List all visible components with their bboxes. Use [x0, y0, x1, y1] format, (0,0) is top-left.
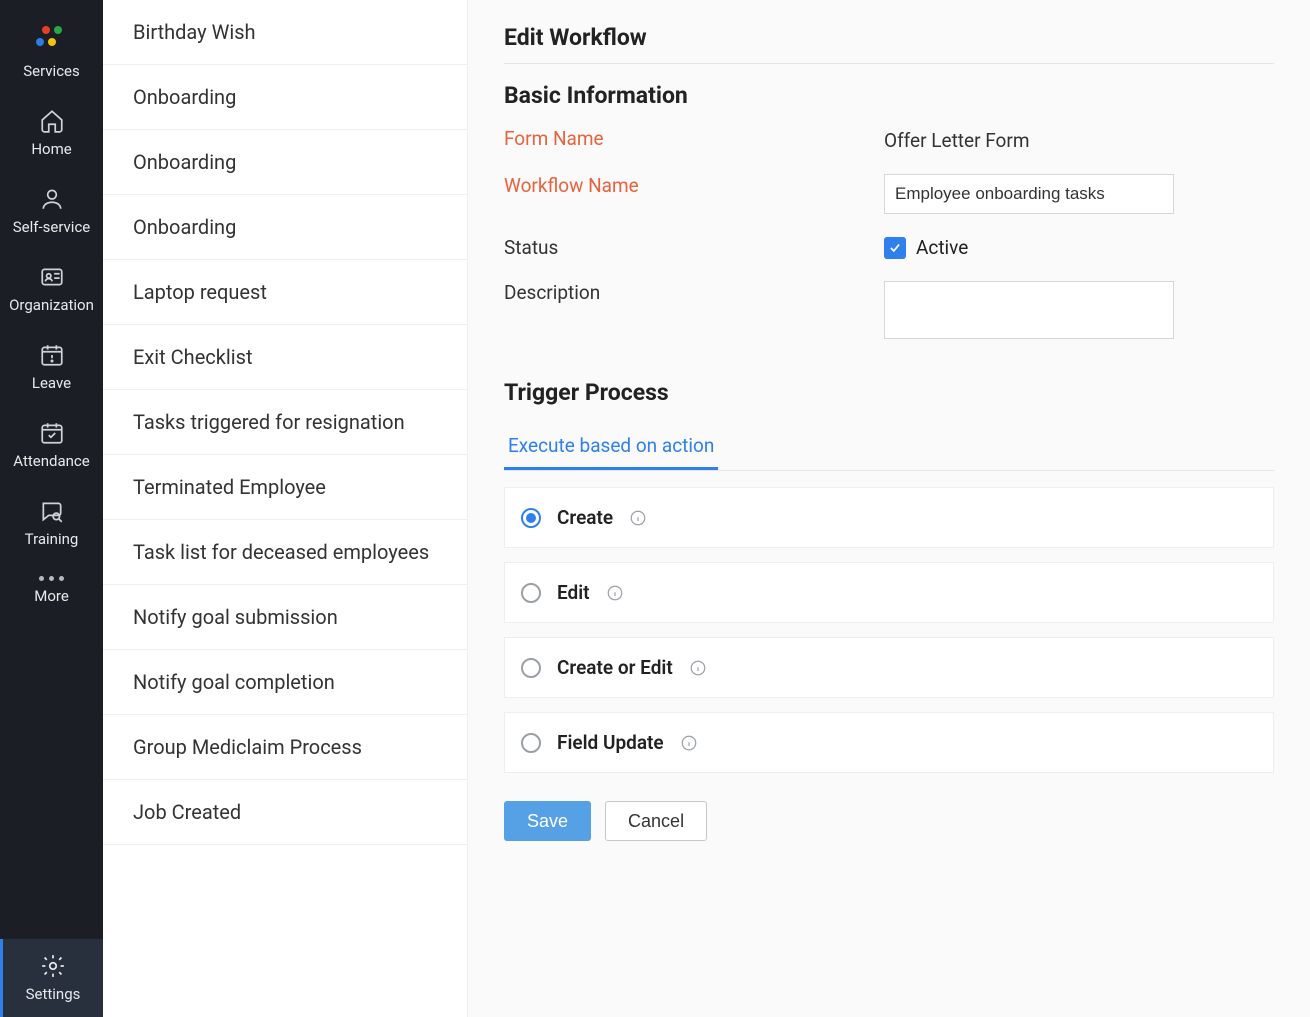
nav-label-training: Training: [25, 530, 79, 548]
page-title: Edit Workflow: [504, 24, 1274, 51]
radio-icon: [521, 658, 541, 678]
trigger-options: Create Edit Create or Edit Field Update: [504, 487, 1274, 773]
services-logo-icon: [36, 26, 68, 50]
basic-info-heading: Basic Information: [504, 82, 1274, 109]
description-label: Description: [504, 281, 874, 304]
trigger-option[interactable]: Create: [504, 487, 1274, 548]
workflow-list-item[interactable]: Terminated Employee: [103, 455, 467, 520]
nav-item-services[interactable]: Services: [0, 12, 103, 94]
nav-item-more[interactable]: More: [0, 562, 103, 619]
nav-item-attendance[interactable]: Attendance: [0, 406, 103, 484]
status-label: Status: [504, 236, 874, 259]
nav-item-home[interactable]: Home: [0, 94, 103, 172]
nav-label-more: More: [34, 587, 69, 605]
nav-label-settings: Settings: [26, 985, 81, 1003]
form-name-value: Offer Letter Form: [884, 127, 1274, 152]
nav-item-settings[interactable]: Settings: [0, 939, 103, 1017]
radio-icon: [521, 733, 541, 753]
calendar-check-icon: [39, 420, 65, 446]
check-icon: [888, 241, 902, 255]
left-nav: Services Home Self-service Organization …: [0, 0, 103, 1017]
workflow-name-label: Workflow Name: [504, 174, 874, 197]
nav-label-leave: Leave: [32, 374, 71, 392]
status-active-label: Active: [916, 236, 968, 259]
trigger-option[interactable]: Field Update: [504, 712, 1274, 773]
workflow-list-item[interactable]: Tasks triggered for resignation: [103, 390, 467, 455]
nav-item-training[interactable]: Training: [0, 484, 103, 562]
workflow-list-item[interactable]: Laptop request: [103, 260, 467, 325]
trigger-option-label: Create or Edit: [557, 656, 673, 679]
trigger-option-label: Create: [557, 506, 613, 529]
radio-icon: [521, 508, 541, 528]
info-icon[interactable]: [629, 509, 647, 527]
workflow-list: Birthday WishOnboardingOnboardingOnboard…: [103, 0, 468, 1017]
workflow-list-item[interactable]: Notify goal submission: [103, 585, 467, 650]
more-dots-icon: [39, 576, 64, 581]
tab-execute-on-action[interactable]: Execute based on action: [504, 424, 718, 470]
cancel-button[interactable]: Cancel: [605, 801, 707, 841]
nav-label-services: Services: [23, 62, 80, 80]
save-button[interactable]: Save: [504, 801, 591, 841]
nav-label-attendance: Attendance: [13, 452, 89, 470]
trigger-heading: Trigger Process: [504, 379, 1274, 406]
workflow-list-item[interactable]: Notify goal completion: [103, 650, 467, 715]
status-active-checkbox[interactable]: [884, 237, 906, 259]
trigger-option[interactable]: Edit: [504, 562, 1274, 623]
nav-item-selfservice[interactable]: Self-service: [0, 172, 103, 250]
workflow-name-input[interactable]: [884, 174, 1174, 214]
workflow-list-item[interactable]: Onboarding: [103, 130, 467, 195]
info-icon[interactable]: [606, 584, 624, 602]
workflow-list-item[interactable]: Job Created: [103, 780, 467, 845]
trigger-option[interactable]: Create or Edit: [504, 637, 1274, 698]
workflow-list-item[interactable]: Onboarding: [103, 195, 467, 260]
basic-info-form: Form Name Offer Letter Form Workflow Nam…: [504, 127, 1274, 343]
nav-label-home: Home: [31, 140, 71, 158]
form-actions: Save Cancel: [504, 801, 1274, 841]
workflow-list-item[interactable]: Group Mediclaim Process: [103, 715, 467, 780]
nav-item-organization[interactable]: Organization: [0, 250, 103, 328]
gear-icon: [40, 953, 66, 979]
nav-label-selfservice: Self-service: [13, 218, 91, 236]
workflow-list-item[interactable]: Onboarding: [103, 65, 467, 130]
radio-icon: [521, 583, 541, 603]
workflow-list-item[interactable]: Task list for deceased employees: [103, 520, 467, 585]
nav-label-organization: Organization: [9, 296, 94, 314]
divider: [504, 63, 1274, 64]
trigger-option-label: Field Update: [557, 731, 664, 754]
info-icon[interactable]: [689, 659, 707, 677]
id-card-icon: [39, 264, 65, 290]
form-name-label: Form Name: [504, 127, 874, 150]
home-icon: [39, 108, 65, 134]
nav-item-leave[interactable]: Leave: [0, 328, 103, 406]
trigger-option-label: Edit: [557, 581, 590, 604]
workflow-list-item[interactable]: Birthday Wish: [103, 0, 467, 65]
description-textarea[interactable]: [884, 281, 1174, 339]
calendar-alert-icon: [39, 342, 65, 368]
workflow-list-item[interactable]: Exit Checklist: [103, 325, 467, 390]
chat-search-icon: [39, 498, 65, 524]
person-icon: [39, 186, 65, 212]
main-content: Edit Workflow Basic Information Form Nam…: [468, 0, 1310, 1017]
info-icon[interactable]: [680, 734, 698, 752]
trigger-tabs: Execute based on action: [504, 424, 1274, 471]
